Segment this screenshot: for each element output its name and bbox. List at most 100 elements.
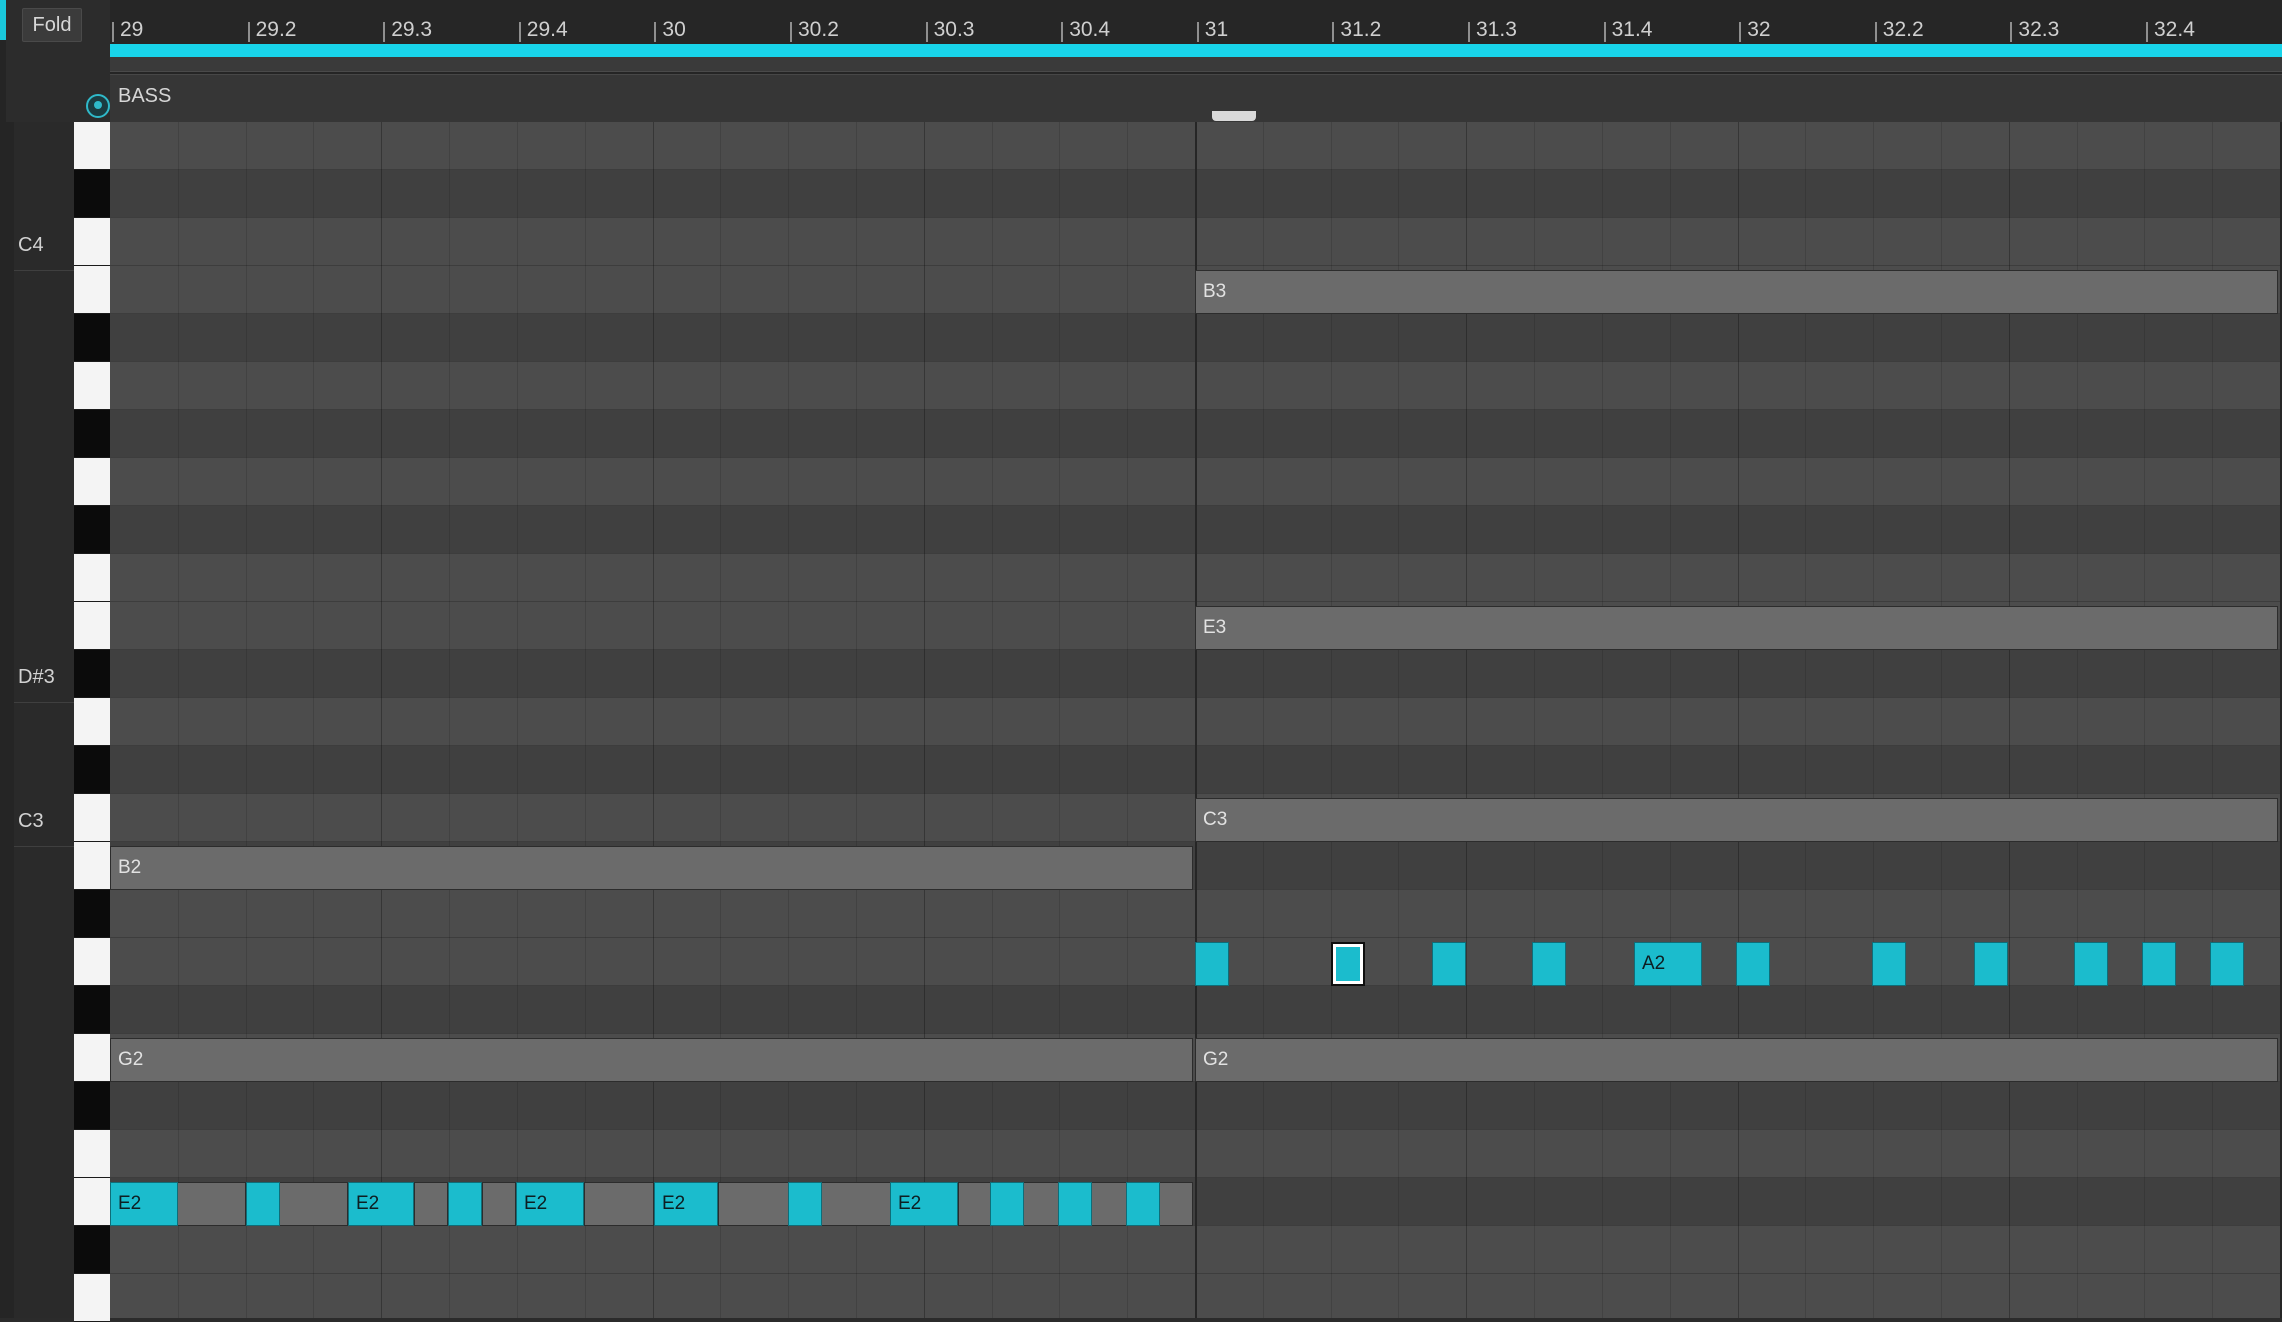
ruler-label: 30.4 [1069,18,1111,41]
black-key[interactable] [74,1226,110,1274]
white-key[interactable] [74,458,110,506]
note-e2[interactable]: E2 [516,1182,584,1226]
note-a2[interactable] [1974,942,2008,986]
grid-line [653,122,654,1318]
ruler-tick [1739,22,1742,42]
grid-line [381,122,382,1318]
black-key[interactable] [74,746,110,794]
white-key[interactable] [74,1034,110,1082]
note-e2[interactable] [246,1182,280,1226]
note-e3[interactable]: E3 [1195,606,2278,650]
note-a2[interactable]: A2 [1634,942,1702,986]
note-grid[interactable]: B3 E3 C3 B2 G2 G2 A2 E2 E2 E2 E2 E2 [110,122,2282,1318]
note-a2[interactable] [1736,942,1770,986]
note-g2[interactable]: G2 [110,1038,1193,1082]
ruler-label: 32.3 [2018,18,2060,41]
ruler-label: 29.3 [391,18,433,41]
note-a2[interactable] [1195,942,1229,986]
white-key[interactable] [74,122,110,170]
fold-button[interactable]: Fold [22,8,82,42]
ruler-tick [790,22,792,42]
fold-area: Fold [6,0,110,122]
black-key[interactable] [74,1082,110,1130]
note-e2-muted[interactable] [584,1182,654,1226]
note-e2[interactable]: E2 [110,1182,178,1226]
note-a2[interactable] [1872,942,1906,986]
grid-line [449,122,450,1318]
ruler-label: 30.2 [798,18,839,41]
ruler-label: 29 [120,18,144,41]
white-key[interactable] [74,938,110,986]
note-e2[interactable] [990,1182,1024,1226]
note-e2-muted[interactable] [176,1182,246,1226]
ruler-tick [2010,22,2013,42]
grid-line [178,122,179,1318]
ruler-label: 32 [1747,18,1771,41]
grid-line [246,122,247,1318]
loop-brace[interactable] [110,44,2282,57]
white-key[interactable] [74,842,110,890]
ruler-tick [1332,22,1335,42]
white-key[interactable] [74,1178,110,1226]
ruler-tick [1061,22,1064,42]
note-e2-muted[interactable] [482,1182,516,1226]
ruler-tick [518,22,521,42]
ruler-label: 32.4 [2154,18,2195,41]
grid-line [720,122,721,1318]
ruler-tick [1468,22,1470,42]
note-a2[interactable] [2074,942,2108,986]
white-key[interactable] [74,602,110,650]
note-a2[interactable] [2210,942,2244,986]
note-e2[interactable]: E2 [654,1182,718,1226]
ruler-label: 32.2 [1882,18,1924,41]
note-e2-muted[interactable] [414,1182,448,1226]
note-e2-muted[interactable] [278,1182,348,1226]
note-a2[interactable] [2142,942,2176,986]
pitch-label-d-sharp-3: D#3 [18,666,55,688]
note-e2[interactable]: E2 [348,1182,414,1226]
ruler-tick [247,22,250,42]
pitch-separator [14,846,74,847]
note-e2[interactable] [1126,1182,1160,1226]
note-a2[interactable] [1432,942,1466,986]
ruler-label: 29.2 [255,18,297,41]
clip-header: BASS [110,74,2282,124]
white-key[interactable] [74,362,110,410]
note-b3[interactable]: B3 [1195,270,2278,314]
white-key[interactable] [74,794,110,842]
note-e2[interactable] [788,1182,822,1226]
grid-line [313,122,314,1318]
black-key[interactable] [74,890,110,938]
white-key[interactable] [74,1274,110,1322]
headphones-icon[interactable] [86,94,110,118]
note-b2[interactable]: B2 [110,846,1193,890]
white-key[interactable] [74,266,110,314]
grid-line [992,122,993,1318]
black-key[interactable] [74,410,110,458]
note-e2[interactable] [448,1182,482,1226]
black-key[interactable] [74,650,110,698]
note-g2[interactable]: G2 [1195,1038,2278,1082]
white-key[interactable] [74,554,110,602]
note-a2-selected[interactable] [1331,942,1365,986]
ruler-tick [925,22,928,42]
playhead-marker[interactable] [1212,111,1256,121]
ruler-tick [1874,22,1877,42]
black-key[interactable] [74,170,110,218]
ruler-tick [112,22,114,42]
note-c3[interactable]: C3 [1195,798,2278,842]
white-key[interactable] [74,698,110,746]
ruler-tick [2146,22,2148,42]
white-key[interactable] [74,1130,110,1178]
timeline-ruler[interactable]: 29 29.2 29.3 29.4 30 30.2 30.3 30.4 31 31.2 31.3 31… [110,0,2282,44]
black-key[interactable] [74,506,110,554]
grid-line [1059,122,1060,1318]
pitch-labels-column: C4 D#3 C3 [14,122,74,1318]
note-a2[interactable] [1532,942,1566,986]
note-e2[interactable] [1058,1182,1092,1226]
note-e2[interactable]: E2 [890,1182,958,1226]
white-key[interactable] [74,218,110,266]
black-key[interactable] [74,986,110,1034]
piano-keyboard[interactable] [74,122,110,1322]
black-key[interactable] [74,314,110,362]
